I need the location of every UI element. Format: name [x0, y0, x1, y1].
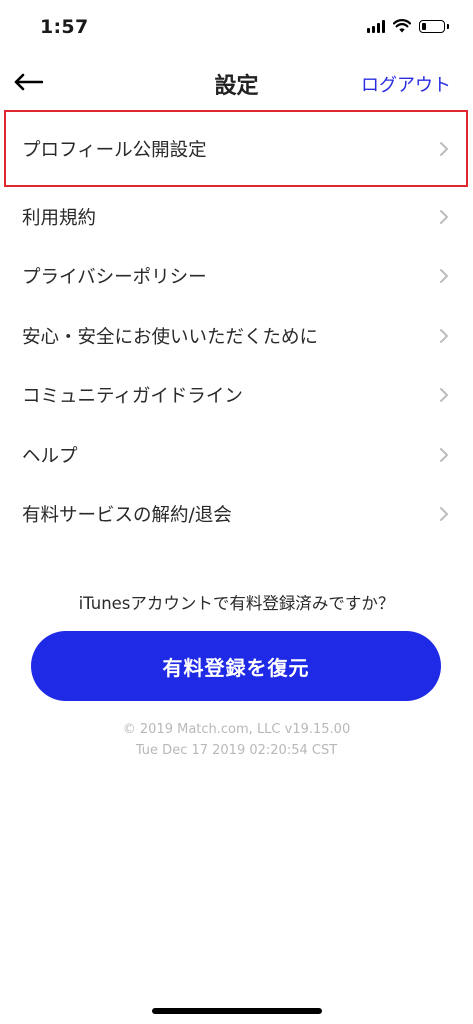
status-time: 1:57 [40, 16, 89, 38]
chevron-right-icon [440, 447, 448, 462]
settings-menu: プロフィール公開設定 利用規約 プライバシーポリシー 安心・安全にお使いいただく… [0, 110, 473, 544]
nav-bar: 設定 ログアウト [0, 56, 473, 108]
menu-item-safety[interactable]: 安心・安全にお使いいただくために [0, 306, 473, 366]
menu-item-label: 有料サービスの解約/退会 [22, 505, 232, 527]
menu-item-profile-visibility[interactable]: プロフィール公開設定 [4, 110, 468, 187]
build-timestamp: Tue Dec 17 2019 02:20:54 CST [135, 743, 338, 758]
menu-item-label: プライバシーポリシー [22, 267, 207, 289]
menu-item-terms[interactable]: 利用規約 [0, 187, 473, 247]
status-icons [367, 19, 449, 33]
menu-item-privacy-policy[interactable]: プライバシーポリシー [0, 247, 473, 307]
home-indicator[interactable] [152, 1008, 322, 1014]
menu-item-label: コミュニティガイドライン [22, 386, 243, 408]
menu-item-cancel-subscription[interactable]: 有料サービスの解約/退会 [0, 485, 473, 545]
menu-item-community-guidelines[interactable]: コミュニティガイドライン [0, 366, 473, 426]
chevron-right-icon [440, 141, 448, 156]
menu-item-label: 安心・安全にお使いいただくために [22, 326, 319, 348]
footer: © 2019 Match.com, LLC v19.15.00 Tue Dec … [0, 719, 473, 761]
menu-item-label: ヘルプ [22, 445, 78, 467]
restore-subscription-button[interactable]: 有料登録を復元 [31, 631, 441, 701]
chevron-right-icon [440, 388, 448, 403]
logout-button[interactable]: ログアウト [361, 71, 451, 97]
copyright-text: © 2019 Match.com, LLC v19.15.00 [122, 722, 351, 737]
battery-level [422, 22, 426, 30]
battery-icon [419, 19, 449, 33]
chevron-right-icon [440, 328, 448, 343]
status-bar: 1:57 [0, 0, 473, 56]
chevron-right-icon [440, 209, 448, 224]
menu-item-label: プロフィール公開設定 [22, 139, 207, 161]
menu-item-help[interactable]: ヘルプ [0, 425, 473, 485]
menu-item-label: 利用規約 [22, 207, 97, 229]
wifi-icon [393, 19, 411, 33]
cellular-signal-icon [367, 19, 385, 33]
itunes-question: iTunesアカウントで有料登録済みですか？ [78, 594, 395, 613]
chevron-right-icon [440, 507, 448, 522]
chevron-right-icon [440, 269, 448, 284]
